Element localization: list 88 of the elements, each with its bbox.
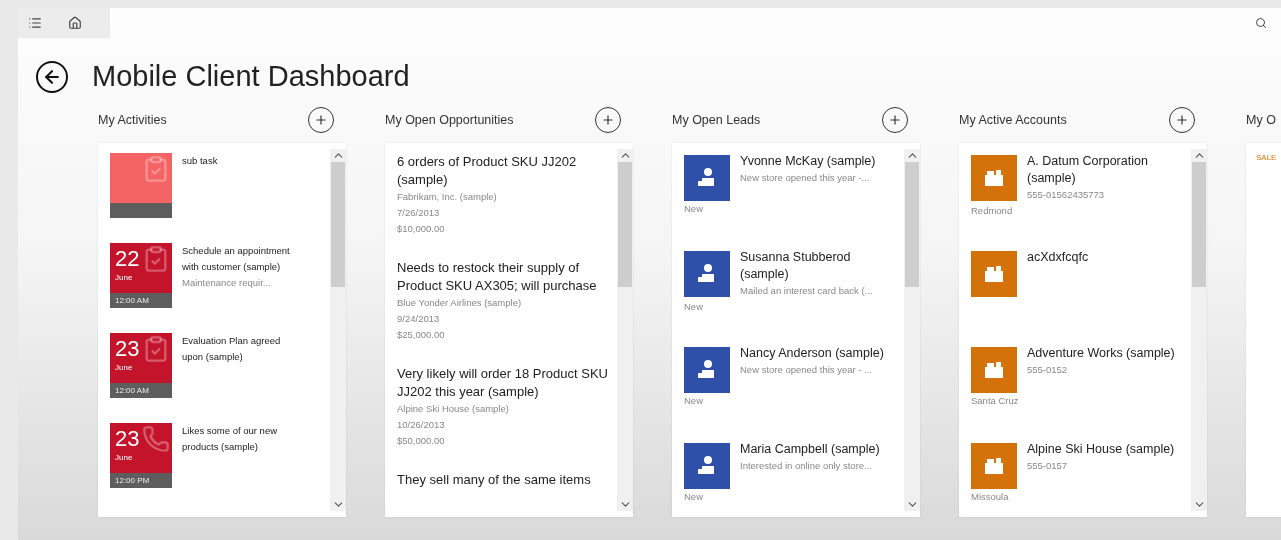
time-label: 12:00 PM bbox=[110, 473, 172, 488]
close-date: 9/24/2013 bbox=[397, 312, 441, 326]
lead-tile[interactable] bbox=[684, 155, 730, 201]
activity-title[interactable]: sub task bbox=[182, 153, 302, 169]
activity-tile[interactable]: 23 June 12:00 PM bbox=[110, 423, 172, 488]
opportunity-title[interactable]: Needs to restock their supply of Product SKU AX305; will purchase bbox=[397, 259, 611, 295]
account-name: Fabrikam, Inc. (sample) bbox=[397, 190, 498, 204]
lead-tile[interactable] bbox=[684, 443, 730, 489]
lead-description: Interested in online only store... bbox=[740, 459, 874, 473]
building-icon bbox=[983, 360, 1005, 380]
lead-name[interactable]: Maria Campbell (sample) bbox=[740, 441, 898, 458]
back-button[interactable] bbox=[36, 60, 68, 93]
lead-status: New bbox=[684, 394, 704, 408]
phone-number: 555-0157 bbox=[1027, 459, 1069, 473]
activity-title[interactable]: Schedule an appointment with customer (sample) bbox=[182, 243, 302, 275]
building-icon bbox=[983, 456, 1005, 476]
activity-title[interactable]: Evaluation Plan agreed upon (sample) bbox=[182, 333, 302, 365]
lead-description: New store opened this year -... bbox=[740, 171, 871, 185]
amount: $10,000.00 bbox=[397, 222, 446, 236]
chart-label: SALE bbox=[1255, 152, 1278, 164]
column-title: My Open Leads bbox=[672, 113, 761, 127]
building-icon bbox=[983, 168, 1005, 188]
plus-icon bbox=[601, 113, 615, 127]
month-label: June bbox=[115, 273, 133, 283]
activity-title[interactable]: Likes some of our new products (sample) bbox=[182, 423, 302, 455]
phone-number: 555-0152 bbox=[1027, 363, 1069, 377]
account-name: Blue Yonder Airlines (sample) bbox=[397, 296, 523, 310]
time-label: 12:00 AM bbox=[110, 293, 172, 308]
day-number: 23 bbox=[115, 335, 140, 363]
column-title: My Active Accounts bbox=[959, 113, 1067, 127]
page-title: Mobile Client Dashboard bbox=[92, 60, 410, 93]
scrollbar[interactable] bbox=[1191, 149, 1207, 511]
phone-icon bbox=[142, 425, 170, 453]
lead-name[interactable]: Yvonne McKay (sample) bbox=[740, 153, 898, 170]
scrollbar[interactable] bbox=[330, 149, 346, 511]
search-icon bbox=[1255, 17, 1267, 29]
menu-button[interactable] bbox=[28, 16, 42, 30]
close-date: 10/26/2013 bbox=[397, 418, 446, 432]
city-name: Santa Cruz bbox=[971, 394, 1020, 408]
lead-tile[interactable] bbox=[684, 251, 730, 297]
activity-tile[interactable]: 22 June 12:00 AM bbox=[110, 243, 172, 308]
plus-icon bbox=[888, 113, 902, 127]
account-tile[interactable] bbox=[971, 251, 1017, 297]
column-title: My O bbox=[1246, 113, 1276, 127]
lead-name[interactable]: Nancy Anderson (sample) bbox=[740, 345, 898, 362]
activity-detail: Maintenance requir... bbox=[182, 276, 272, 290]
month-label: June bbox=[115, 453, 133, 463]
lead-name[interactable]: Susanna Stubberod (sample) bbox=[740, 249, 898, 283]
month-label: June bbox=[115, 363, 133, 373]
city-name: Missoula bbox=[971, 490, 1010, 504]
column-title: My Activities bbox=[98, 113, 167, 127]
plus-icon bbox=[1175, 113, 1189, 127]
day-number: 22 bbox=[115, 245, 140, 273]
lead-tile[interactable] bbox=[684, 347, 730, 393]
activity-tile[interactable]: 23 June 12:00 AM bbox=[110, 333, 172, 398]
phone-number: 555-01562435773 bbox=[1027, 188, 1106, 202]
amount: $25,000.00 bbox=[397, 328, 446, 342]
account-name[interactable]: A. Datum Corporation (sample) bbox=[1027, 153, 1185, 187]
menu-icon bbox=[28, 16, 42, 30]
home-button[interactable] bbox=[68, 16, 82, 30]
lead-status: New bbox=[684, 202, 704, 216]
lead-description: New store opened this year - ... bbox=[740, 363, 873, 377]
scrollbar[interactable] bbox=[617, 149, 633, 511]
account-name[interactable]: acXdxfcqfc bbox=[1027, 249, 1185, 266]
plus-icon bbox=[314, 113, 328, 127]
amount: $50,000.00 bbox=[397, 434, 446, 448]
opportunity-title[interactable]: They sell many of the same items bbox=[397, 471, 611, 489]
account-name[interactable]: Alpine Ski House (sample) bbox=[1027, 441, 1185, 458]
lead-status: New bbox=[684, 300, 704, 314]
account-tile[interactable] bbox=[971, 155, 1017, 201]
time-label: 12:00 AM bbox=[110, 383, 172, 398]
scrollbar[interactable] bbox=[904, 149, 920, 511]
opportunity-title[interactable]: Very likely will order 18 Product SKU JJ202 this year (sample) bbox=[397, 365, 611, 401]
city-name: Redmond bbox=[971, 204, 1014, 218]
day-number: 23 bbox=[115, 425, 140, 453]
search-button[interactable] bbox=[1255, 17, 1267, 29]
account-tile[interactable] bbox=[971, 443, 1017, 489]
lead-status: New bbox=[684, 490, 704, 504]
lead-description: Mailed an interest card back (... bbox=[740, 284, 874, 298]
close-date: 7/26/2013 bbox=[397, 206, 441, 220]
account-name: Alpine Ski House (sample) bbox=[397, 402, 510, 416]
building-icon bbox=[983, 264, 1005, 284]
opportunity-title[interactable]: 6 orders of Product SKU JJ202 (sample) bbox=[397, 153, 611, 189]
activity-tile[interactable] bbox=[110, 153, 172, 218]
column-title: My Open Opportunities bbox=[385, 113, 514, 127]
account-name[interactable]: Adventure Works (sample) bbox=[1027, 345, 1185, 362]
home-icon bbox=[68, 16, 82, 30]
account-tile[interactable] bbox=[971, 347, 1017, 393]
